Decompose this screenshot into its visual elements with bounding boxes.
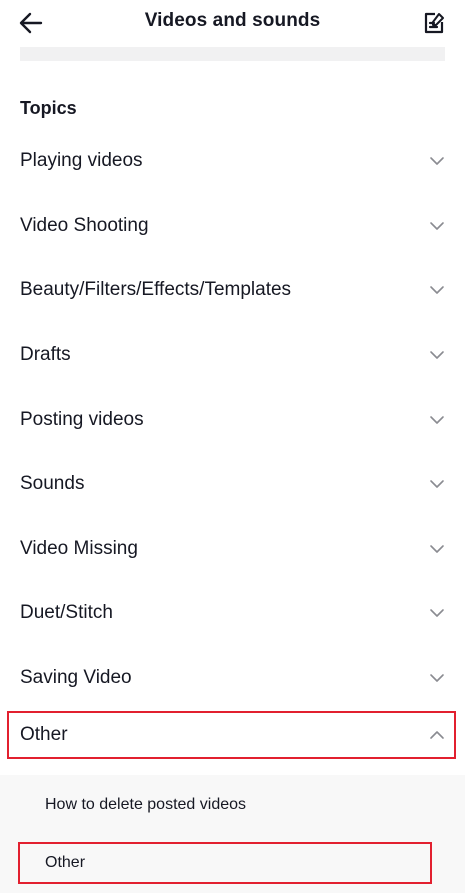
header-bar: Videos and sounds xyxy=(0,0,465,46)
topic-label: Sounds xyxy=(20,473,85,495)
topic-sounds[interactable]: Sounds xyxy=(0,452,465,517)
topic-other[interactable]: Other xyxy=(6,710,457,760)
topic-label: Saving Video xyxy=(20,667,132,689)
chevron-down-icon xyxy=(430,222,444,230)
topic-label: Beauty/Filters/Effects/Templates xyxy=(20,279,292,301)
chevron-down-icon xyxy=(430,351,444,359)
topic-label: Drafts xyxy=(20,344,71,366)
edit-note-icon xyxy=(424,12,444,34)
topic-label: Posting videos xyxy=(20,408,144,430)
chevron-down-icon xyxy=(430,674,444,682)
topic-label: Video Shooting xyxy=(20,214,149,236)
topic-list: Playing videos Video Shooting Beauty/Fil… xyxy=(0,129,465,760)
search-area-placeholder xyxy=(20,47,445,61)
topic-playing-videos[interactable]: Playing videos xyxy=(0,129,465,194)
chevron-down-icon xyxy=(430,286,444,295)
topic-posting-videos[interactable]: Posting videos xyxy=(0,387,465,452)
chevron-down-icon xyxy=(430,157,444,166)
topic-label: Playing videos xyxy=(20,150,143,172)
topic-label: Duet/Stitch xyxy=(20,602,113,624)
chevron-up-icon xyxy=(430,731,444,740)
topic-drafts[interactable]: Drafts xyxy=(0,323,465,388)
chevron-down-icon xyxy=(430,609,444,618)
topic-label: Video Missing xyxy=(20,537,138,559)
topic-duet-stitch[interactable]: Duet/Stitch xyxy=(0,581,465,646)
chevron-down-icon xyxy=(430,480,444,489)
chevron-down-icon xyxy=(430,545,444,553)
section-title: Topics xyxy=(20,98,77,118)
topic-video-shooting[interactable]: Video Shooting xyxy=(0,194,465,259)
subtopic-other[interactable]: Other xyxy=(18,842,432,884)
subtopic-delete-posted-videos[interactable]: How to delete posted videos xyxy=(18,784,432,826)
topic-beauty-filters[interactable]: Beauty/Filters/Effects/Templates xyxy=(0,258,465,323)
other-subtopics-panel: How to delete posted videos Other xyxy=(0,775,465,893)
edit-button[interactable] xyxy=(417,6,451,40)
page-title: Videos and sounds xyxy=(144,10,321,31)
topic-label: Other xyxy=(20,724,68,746)
topic-saving-video[interactable]: Saving Video xyxy=(0,646,465,711)
topic-video-missing[interactable]: Video Missing xyxy=(0,517,465,582)
chevron-down-icon xyxy=(430,415,444,424)
